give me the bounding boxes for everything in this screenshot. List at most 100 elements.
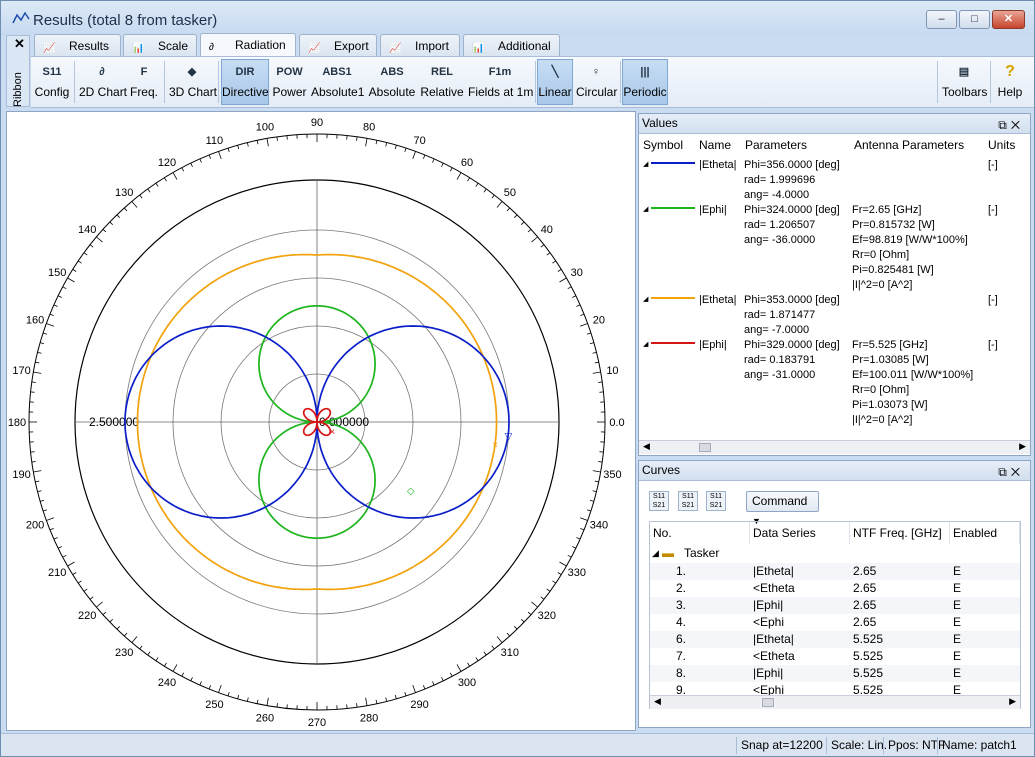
table-row[interactable]: 6. |Etheta| 5.525 E <box>650 631 1020 648</box>
col-antenna-parameters[interactable]: Antenna Parameters <box>854 138 964 152</box>
ribbon-toolbar: S11 Config ∂ 2D Chart F Freq. ◆ 3D Chart DIR… <box>31 56 1034 108</box>
angle-tick <box>375 140 378 145</box>
absolute-button[interactable]: ABS Absolute <box>367 59 417 105</box>
absolute-label: Absolute <box>368 85 416 99</box>
polar-plot-panel[interactable]: 0.0 10 20 30 40 50 60 70 80 90 100 110 120 130 140 150 1… <box>6 111 636 731</box>
angle-tick <box>580 528 585 531</box>
col-name[interactable]: Name <box>699 138 731 152</box>
col-units[interactable]: Units <box>988 138 1015 152</box>
angle-tick-label: 170 <box>12 365 30 377</box>
2d-chart-label: 2D Chart <box>79 85 128 99</box>
table-row[interactable]: 4. <Ephi 2.65 E <box>650 614 1020 631</box>
row-enabled: E <box>953 632 962 646</box>
scroll-thumb[interactable] <box>699 443 711 452</box>
tab-import[interactable]: 📈 Import <box>380 34 460 57</box>
tab-scale[interactable]: 📊 Scale <box>123 34 197 57</box>
title-bar[interactable]: Results (total 8 from tasker) – □ ✕ <box>1 1 1034 35</box>
linear-button[interactable]: ╲ Linear <box>537 59 573 105</box>
angle-tick-label: 230 <box>115 647 133 659</box>
angle-tick <box>53 537 58 540</box>
angle-tick <box>89 596 94 600</box>
tab-radiation[interactable]: ∂ Radiation <box>200 33 296 57</box>
periodic-button[interactable]: ||| Periodic <box>622 59 668 105</box>
angle-tick <box>62 286 67 290</box>
curves-hscrollbar[interactable]: ◀ ▶ <box>650 695 1020 709</box>
collapse-icon[interactable]: ◢ <box>652 545 659 562</box>
angle-tick-label: 50 <box>504 187 516 199</box>
polar-chart[interactable]: 0.0 10 20 30 40 50 60 70 80 90 100 110 120 130 140 150 1… <box>7 112 635 730</box>
col-enabled[interactable]: Enabled <box>950 522 1020 544</box>
angle-tick-label: 270 <box>308 717 326 729</box>
angle-tick <box>246 142 249 147</box>
s-param-tool-3[interactable]: S11 S21 <box>706 491 726 511</box>
power-button[interactable]: POW Power <box>271 59 308 105</box>
ribbon-label[interactable]: Ribbon <box>12 57 24 107</box>
circular-button[interactable]: ♀ Circular <box>575 59 617 105</box>
command-dropdown[interactable]: Command ▼ <box>746 491 819 526</box>
scroll-right-icon[interactable]: ▶ <box>1009 696 1016 707</box>
table-row[interactable]: 1. |Etheta| 2.65 E <box>650 563 1020 580</box>
status-ppos: Ppos: NTF <box>883 737 945 754</box>
relative-button[interactable]: REL Relative <box>419 59 465 105</box>
angle-tick <box>441 162 444 167</box>
ribbon-close-icon[interactable]: ✕ <box>14 36 25 52</box>
pane-dock-close-icons[interactable]: ⧉✕ <box>998 463 1024 482</box>
tasker-group-row[interactable]: ◢ ▬ Tasker <box>650 545 1020 562</box>
value-name: |Etheta| <box>699 294 737 306</box>
fields-at-1m-button[interactable]: F1m Fields at 1m <box>467 59 533 105</box>
scroll-left-icon[interactable]: ◀ <box>654 696 661 707</box>
tab-results[interactable]: 📈 Results <box>34 34 121 57</box>
directive-button[interactable]: DIR Directive <box>221 59 269 105</box>
angle-tick <box>441 677 444 682</box>
tab-export[interactable]: 📈 Export <box>299 34 377 57</box>
angle-tick-label: 290 <box>410 699 428 711</box>
s11-config-icon: S11 <box>42 66 62 78</box>
col-no[interactable]: No. <box>650 522 750 544</box>
scroll-right-icon[interactable]: ▶ <box>1019 441 1026 452</box>
table-row[interactable]: 2. <Etheta 2.65 E <box>650 580 1020 597</box>
angle-tick <box>147 651 151 656</box>
angle-tick-label: 160 <box>26 314 44 326</box>
col-ntf-freq[interactable]: NTF Freq. [GHz] <box>850 522 950 544</box>
table-row[interactable]: 3. |Ephi| 2.65 E <box>650 597 1020 614</box>
angle-tick <box>423 154 426 159</box>
toolbars-button[interactable]: ▤ Toolbars <box>941 59 987 105</box>
help-button[interactable]: ? Help <box>993 59 1027 105</box>
freq-button[interactable]: F Freq. <box>128 59 160 105</box>
angle-tick <box>449 167 453 172</box>
svg-text:◢: ◢ <box>643 296 649 303</box>
angle-tick <box>49 313 54 316</box>
tab-additional[interactable]: 📊 Additional <box>463 34 560 57</box>
3d-chart-button[interactable]: ◆ 3D Chart <box>168 59 217 105</box>
col-data-series[interactable]: Data Series <box>750 522 850 544</box>
value-name: |Ephi| <box>699 204 727 216</box>
table-row[interactable]: 7. <Etheta 5.525 E <box>650 648 1020 665</box>
angle-tick <box>592 470 601 473</box>
minimize-button[interactable]: – <box>926 10 957 29</box>
angle-tick <box>483 651 487 656</box>
angle-tick <box>385 697 388 702</box>
angle-tick <box>40 499 45 502</box>
maximize-button[interactable]: □ <box>959 10 990 29</box>
pane-dock-close-icons[interactable]: ⧉✕ <box>998 116 1024 135</box>
s-param-tool-2[interactable]: S11 S21 <box>678 491 698 511</box>
angle-tick <box>199 681 202 686</box>
absolute1-button[interactable]: ABS1 Absolute1 <box>310 59 364 105</box>
2d-chart-button[interactable]: ∂ 2D Chart <box>78 59 128 105</box>
row-series: <Ephi <box>753 615 785 629</box>
config-button[interactable]: S11 Config <box>33 59 71 105</box>
values-hscrollbar[interactable]: ◀ ▶ <box>639 440 1030 454</box>
scroll-thumb[interactable] <box>762 698 774 707</box>
value-parameters: Phi=329.0000 [deg] rad= 0.183791 ang= -3… <box>744 339 840 381</box>
angle-tick <box>78 260 82 264</box>
close-button[interactable]: ✕ <box>992 10 1025 29</box>
table-row[interactable]: 8. |Ephi| 5.525 E <box>650 665 1020 682</box>
col-parameters[interactable]: Parameters <box>745 138 807 152</box>
scroll-left-icon[interactable]: ◀ <box>643 441 650 452</box>
angle-tick <box>423 685 426 690</box>
col-symbol[interactable]: Symbol <box>643 138 683 152</box>
s-param-tool-1[interactable]: S11 S21 <box>649 491 669 511</box>
angle-tick <box>139 645 143 650</box>
angle-tick <box>147 188 151 193</box>
angle-tick <box>208 154 211 159</box>
